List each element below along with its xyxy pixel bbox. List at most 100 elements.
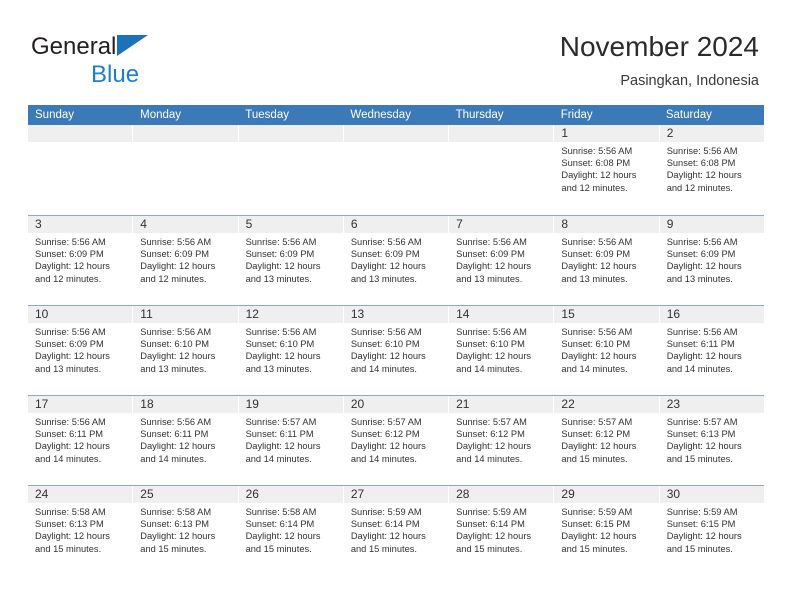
- daylight-duration-line1: Daylight: 12 hours: [561, 170, 637, 181]
- calendar-week-row: 3 Sunrise: 5:56 AM Sunset: 6:09 PM Daylight…: [28, 215, 764, 305]
- calendar-day-cell[interactable]: 29 Sunrise: 5:59 AM Sunset: 6:15 PM Dayligh…: [554, 486, 660, 575]
- day-number: 19: [238, 396, 343, 413]
- daylight-duration-line1: Daylight: 12 hours: [561, 261, 637, 272]
- calendar-day-cell[interactable]: 10 Sunrise: 5:56 AM Sunset: 6:09 PM Dayligh…: [28, 306, 134, 395]
- daylight-duration-line2: and 12 minutes.: [561, 182, 628, 193]
- brand-logo[interactable]: General Blue: [31, 33, 251, 91]
- sunset-time: Sunset: 6:10 PM: [245, 339, 315, 350]
- daylight-duration-line2: and 12 minutes.: [140, 273, 207, 284]
- calendar-day-cell[interactable]: 27 Sunrise: 5:59 AM Sunset: 6:14 PM Dayligh…: [343, 486, 450, 575]
- calendar-day-cell[interactable]: 8 Sunrise: 5:56 AM Sunset: 6:09 PM Daylight…: [554, 216, 660, 305]
- sunrise-time: Sunrise: 5:58 AM: [35, 507, 106, 517]
- day-number: 25: [133, 486, 238, 503]
- calendar-day-cell[interactable]: 17 Sunrise: 5:56 AM Sunset: 6:11 PM Dayligh…: [28, 396, 134, 485]
- daylight-duration-line1: Daylight: 12 hours: [666, 170, 742, 181]
- daylight-duration-line1: Daylight: 12 hours: [245, 531, 321, 542]
- daylight-duration-line2: and 15 minutes.: [561, 543, 628, 554]
- title-block: November 2024 Pasingkan, Indonesia: [560, 30, 759, 91]
- day-sun-info: Sunrise: 5:59 AM Sunset: 6:15 PM Daylight:…: [660, 503, 764, 555]
- sunrise-time: Sunrise: 5:56 AM: [140, 237, 212, 247]
- day-sun-info: Sunrise: 5:56 AM Sunset: 6:09 PM Daylight:…: [344, 233, 448, 285]
- day-number: 13: [343, 306, 449, 323]
- sunrise-time: Sunrise: 5:56 AM: [561, 146, 633, 156]
- sunset-time: Sunset: 6:12 PM: [350, 429, 420, 440]
- day-number: 17: [28, 396, 133, 413]
- daylight-duration-line1: Daylight: 12 hours: [35, 441, 110, 452]
- day-number: 11: [133, 306, 238, 323]
- calendar-week-row: 10 Sunrise: 5:56 AM Sunset: 6:09 PM Dayligh…: [28, 305, 764, 395]
- day-number: 5: [238, 216, 343, 233]
- sunset-time: Sunset: 6:09 PM: [561, 249, 631, 260]
- day-number: 16: [659, 306, 764, 323]
- calendar-day-cell[interactable]: 21 Sunrise: 5:57 AM Sunset: 6:12 PM Dayligh…: [449, 396, 555, 485]
- calendar-day-cell[interactable]: 1 Sunrise: 5:56 AM Sunset: 6:08 PM Daylight…: [554, 125, 660, 215]
- calendar-day-cell[interactable]: 4 Sunrise: 5:56 AM Sunset: 6:09 PM Daylight…: [133, 216, 239, 305]
- sunset-time: Sunset: 6:14 PM: [350, 519, 420, 530]
- sunset-time: Sunset: 6:08 PM: [561, 158, 631, 169]
- calendar-day-cell[interactable]: 14 Sunrise: 5:56 AM Sunset: 6:10 PM Dayligh…: [449, 306, 555, 395]
- sunrise-time: Sunrise: 5:56 AM: [666, 237, 738, 247]
- day-sun-info: Sunrise: 5:58 AM Sunset: 6:13 PM Daylight:…: [28, 503, 132, 555]
- calendar-day-cell[interactable]: 12 Sunrise: 5:56 AM Sunset: 6:10 PM Dayligh…: [238, 306, 344, 395]
- day-number: 29: [554, 486, 659, 503]
- sunrise-time: Sunrise: 5:56 AM: [245, 327, 317, 337]
- day-sun-info: Sunrise: 5:58 AM Sunset: 6:14 PM Daylight:…: [239, 503, 343, 555]
- day-number: [238, 125, 343, 142]
- day-sun-info: Sunrise: 5:57 AM Sunset: 6:12 PM Daylight:…: [344, 413, 448, 465]
- calendar-day-cell[interactable]: 16 Sunrise: 5:56 AM Sunset: 6:11 PM Dayligh…: [659, 306, 764, 395]
- calendar-day-cell[interactable]: 28 Sunrise: 5:59 AM Sunset: 6:14 PM Dayligh…: [449, 486, 555, 575]
- day-number: 12: [238, 306, 343, 323]
- weekday-header-wednesday: Wednesday: [350, 109, 411, 121]
- daylight-duration-line1: Daylight: 12 hours: [350, 351, 426, 362]
- sunset-time: Sunset: 6:10 PM: [456, 339, 525, 350]
- day-number: 9: [659, 216, 764, 233]
- calendar-day-cell[interactable]: 18 Sunrise: 5:56 AM Sunset: 6:11 PM Dayligh…: [133, 396, 239, 485]
- sunset-time: Sunset: 6:09 PM: [666, 249, 736, 260]
- calendar-day-cell[interactable]: 15 Sunrise: 5:56 AM Sunset: 6:10 PM Dayligh…: [554, 306, 660, 395]
- sunrise-time: Sunrise: 5:57 AM: [245, 417, 317, 427]
- calendar-day-cell[interactable]: 26 Sunrise: 5:58 AM Sunset: 6:14 PM Dayligh…: [238, 486, 344, 575]
- daylight-duration-line2: and 14 minutes.: [245, 453, 312, 464]
- calendar-day-cell[interactable]: 30 Sunrise: 5:59 AM Sunset: 6:15 PM Dayligh…: [659, 486, 764, 575]
- day-number: 18: [133, 396, 238, 413]
- daylight-duration-line1: Daylight: 12 hours: [140, 531, 216, 542]
- calendar-day-cell[interactable]: 25 Sunrise: 5:58 AM Sunset: 6:13 PM Dayligh…: [133, 486, 239, 575]
- daylight-duration-line2: and 14 minutes.: [140, 453, 207, 464]
- daylight-duration-line2: and 13 minutes.: [350, 273, 417, 284]
- calendar-day-cell[interactable]: 22 Sunrise: 5:57 AM Sunset: 6:12 PM Dayligh…: [554, 396, 660, 485]
- daylight-duration-line1: Daylight: 12 hours: [456, 531, 532, 542]
- day-number: 10: [28, 306, 133, 323]
- calendar-day-cell[interactable]: 2 Sunrise: 5:56 AM Sunset: 6:08 PM Daylight…: [659, 125, 764, 215]
- day-number: 7: [449, 216, 554, 233]
- sunset-time: Sunset: 6:09 PM: [35, 339, 104, 350]
- day-sun-info: Sunrise: 5:57 AM Sunset: 6:12 PM Daylight:…: [449, 413, 553, 465]
- calendar-day-cell[interactable]: 23 Sunrise: 5:57 AM Sunset: 6:13 PM Dayligh…: [659, 396, 764, 485]
- day-sun-info: Sunrise: 5:57 AM Sunset: 6:11 PM Daylight:…: [239, 413, 343, 465]
- sunrise-time: Sunrise: 5:59 AM: [666, 507, 738, 517]
- day-sun-info: Sunrise: 5:56 AM Sunset: 6:11 PM Daylight:…: [28, 413, 132, 465]
- calendar-day-cell[interactable]: 3 Sunrise: 5:56 AM Sunset: 6:09 PM Daylight…: [28, 216, 134, 305]
- calendar-day-cell[interactable]: 24 Sunrise: 5:58 AM Sunset: 6:13 PM Dayligh…: [28, 486, 134, 575]
- calendar-day-cell[interactable]: 19 Sunrise: 5:57 AM Sunset: 6:11 PM Dayligh…: [238, 396, 344, 485]
- calendar-day-cell[interactable]: 13 Sunrise: 5:56 AM Sunset: 6:10 PM Dayligh…: [343, 306, 450, 395]
- calendar-week-row: 1 Sunrise: 5:56 AM Sunset: 6:08 PM Daylight…: [28, 125, 764, 215]
- day-sun-info: Sunrise: 5:56 AM Sunset: 6:09 PM Daylight:…: [660, 233, 764, 285]
- sunset-time: Sunset: 6:13 PM: [666, 429, 736, 440]
- calendar-day-cell[interactable]: 11 Sunrise: 5:56 AM Sunset: 6:10 PM Dayligh…: [133, 306, 239, 395]
- daylight-duration-line2: and 13 minutes.: [245, 363, 312, 374]
- day-number: 8: [554, 216, 659, 233]
- calendar-day-cell[interactable]: 7 Sunrise: 5:56 AM Sunset: 6:09 PM Daylight…: [449, 216, 555, 305]
- day-sun-info: Sunrise: 5:56 AM Sunset: 6:11 PM Daylight:…: [133, 413, 237, 465]
- calendar-day-cell-empty: [449, 125, 555, 215]
- day-number: 28: [449, 486, 554, 503]
- calendar-day-cell[interactable]: 9 Sunrise: 5:56 AM Sunset: 6:09 PM Daylight…: [659, 216, 764, 305]
- calendar-day-cell[interactable]: 5 Sunrise: 5:56 AM Sunset: 6:09 PM Daylight…: [238, 216, 344, 305]
- calendar-day-cell[interactable]: 20 Sunrise: 5:57 AM Sunset: 6:12 PM Dayligh…: [343, 396, 450, 485]
- page-title: November 2024: [559, 31, 759, 62]
- day-number: 30: [659, 486, 764, 503]
- brand-top-row: General: [31, 33, 251, 61]
- sunrise-time: Sunrise: 5:56 AM: [561, 327, 633, 337]
- sunrise-time: Sunrise: 5:56 AM: [245, 237, 317, 247]
- calendar-day-cell[interactable]: 6 Sunrise: 5:56 AM Sunset: 6:09 PM Daylight…: [343, 216, 450, 305]
- daylight-duration-line1: Daylight: 12 hours: [666, 441, 742, 452]
